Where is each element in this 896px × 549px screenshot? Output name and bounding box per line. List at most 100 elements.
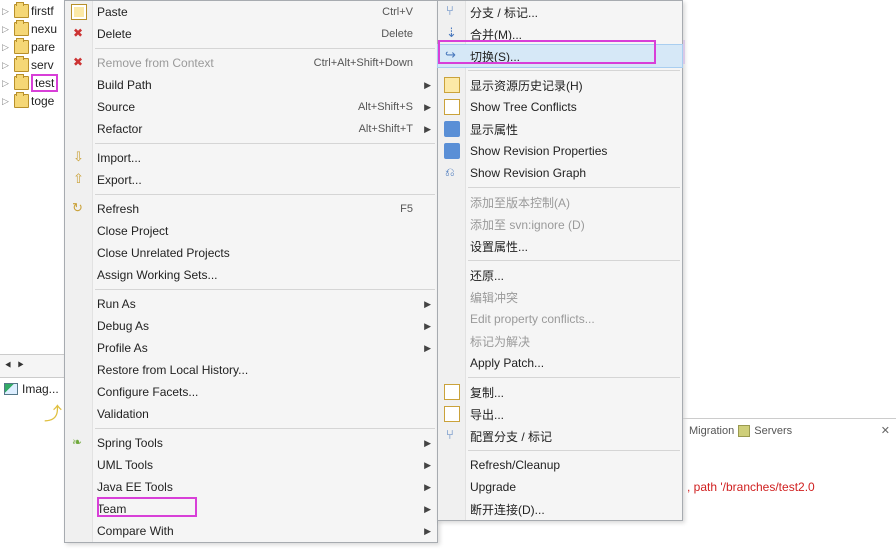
branch-icon	[444, 4, 460, 20]
team-item-[interactable]: 显示属性	[438, 118, 682, 140]
team-item-: 标记为解决	[438, 330, 682, 352]
menu-item-label: 标记为解决	[470, 333, 658, 350]
tree-item-pare[interactable]: ▷pare	[0, 38, 64, 56]
menu-item-refresh[interactable]: RefreshF5	[65, 198, 437, 220]
menu-separator	[95, 48, 435, 49]
console-output: , path '/branches/test2.0 , path '/branc…	[683, 450, 896, 549]
team-item-h[interactable]: 显示资源历史记录(H)	[438, 74, 682, 96]
menu-item-label: Export...	[97, 173, 413, 187]
menu-item-label: Restore from Local History...	[97, 363, 413, 377]
tab-migration[interactable]: Migration	[689, 425, 734, 437]
project-explorer-tree[interactable]: ▷firstf▷nexu▷pare▷serv▷test▷toge	[0, 0, 64, 110]
menu-item-label: 设置属性...	[470, 238, 658, 255]
menu-item-source[interactable]: SourceAlt+Shift+S▶	[65, 96, 437, 118]
menu-item-label: 显示资源历史记录(H)	[470, 77, 658, 94]
menu-item-label: Profile As	[97, 341, 413, 355]
bottom-views-tabbar[interactable]: Migration Servers ✕	[683, 418, 896, 442]
menu-item-run-as[interactable]: Run As▶	[65, 293, 437, 315]
menu-item-remove-from-context: Remove from ContextCtrl+Alt+Shift+Down	[65, 52, 437, 74]
tree-item-serv[interactable]: ▷serv	[0, 56, 64, 74]
menu-item-delete[interactable]: DeleteDelete	[65, 23, 437, 45]
menu-item-compare-with[interactable]: Compare With▶	[65, 520, 437, 542]
leaf-icon	[71, 435, 87, 451]
team-item-upgrade[interactable]: Upgrade	[438, 476, 682, 498]
menu-accelerator: Delete	[381, 28, 413, 40]
close-icon[interactable]: ✕	[881, 424, 890, 437]
blue-icon	[444, 143, 460, 159]
team-item-show-revision-graph[interactable]: Show Revision Graph	[438, 162, 682, 184]
menu-item-debug-as[interactable]: Debug As▶	[65, 315, 437, 337]
menu-separator	[95, 194, 435, 195]
menu-item-label: Show Revision Properties	[470, 144, 658, 158]
image-view-tab[interactable]: Imag...	[0, 378, 64, 400]
submenu-arrow-icon: ▶	[424, 299, 431, 310]
team-item-[interactable]: 分支 / 标记...	[438, 1, 682, 23]
expand-icon[interactable]: ▷	[2, 24, 12, 35]
project-folder-icon	[14, 40, 29, 54]
tree-item-label: toge	[31, 94, 54, 108]
team-item-[interactable]: 设置属性...	[438, 235, 682, 257]
menu-accelerator: F5	[400, 203, 413, 215]
team-item-[interactable]: 还原...	[438, 264, 682, 286]
menu-item-refactor[interactable]: RefactorAlt+Shift+T▶	[65, 118, 437, 140]
submenu-arrow-icon: ▶	[424, 438, 431, 449]
expand-icon[interactable]: ▷	[2, 60, 12, 71]
submenu-arrow-icon: ▶	[424, 124, 431, 135]
project-folder-icon	[14, 22, 29, 36]
expand-icon[interactable]: ▷	[2, 42, 12, 53]
team-item-refresh-cleanup[interactable]: Refresh/Cleanup	[438, 454, 682, 476]
team-item-s[interactable]: 切换(S)...	[438, 45, 682, 67]
team-item-show-revision-properties[interactable]: Show Revision Properties	[438, 140, 682, 162]
menu-item-uml-tools[interactable]: UML Tools▶	[65, 454, 437, 476]
menu-item-java-ee-tools[interactable]: Java EE Tools▶	[65, 476, 437, 498]
menu-accelerator: Alt+Shift+T	[359, 123, 413, 135]
project-folder-icon	[14, 94, 29, 108]
menu-item-close-unrelated-projects[interactable]: Close Unrelated Projects	[65, 242, 437, 264]
team-item-m[interactable]: 合并(M)...	[438, 23, 682, 45]
expand-icon[interactable]: ▷	[2, 6, 12, 17]
context-menu-primary[interactable]: PasteCtrl+VDeleteDeleteRemove from Conte…	[64, 0, 438, 543]
menu-item-label: Close Unrelated Projects	[97, 246, 413, 260]
menu-item-label: Delete	[97, 27, 381, 41]
menu-item-paste[interactable]: PasteCtrl+V	[65, 1, 437, 23]
team-item-[interactable]: 复制...	[438, 381, 682, 403]
context-menu-team-submenu[interactable]: 分支 / 标记...合并(M)...切换(S)... 显示资源历史记录(H) Sho…	[437, 0, 683, 521]
menu-item-build-path[interactable]: Build Path▶	[65, 74, 437, 96]
menu-item-team[interactable]: Team▶	[65, 498, 437, 520]
expand-icon[interactable]: ▷	[2, 78, 12, 89]
tree-item-firstf[interactable]: ▷firstf	[0, 2, 64, 20]
expand-icon[interactable]: ▷	[2, 96, 12, 107]
tree-item-nexu[interactable]: ▷nexu	[0, 20, 64, 38]
menu-item-spring-tools[interactable]: Spring Tools▶	[65, 432, 437, 454]
menu-item-restore-from-local-history[interactable]: Restore from Local History...	[65, 359, 437, 381]
tree-item-toge[interactable]: ▷ toge	[0, 92, 64, 110]
team-item-[interactable]: 导出...	[438, 403, 682, 425]
menu-item-label: Paste	[97, 5, 382, 19]
image-icon	[4, 383, 18, 395]
switch-icon	[444, 48, 460, 64]
tree-item-test[interactable]: ▷test	[0, 74, 64, 92]
menu-item-import[interactable]: Import...	[65, 147, 437, 169]
merge-icon	[444, 26, 460, 42]
menu-item-export[interactable]: Export...	[65, 169, 437, 191]
team-item-d[interactable]: 断开连接(D)...	[438, 498, 682, 520]
page-icon	[444, 384, 460, 400]
menu-item-label: UML Tools	[97, 458, 413, 472]
menu-item-profile-as[interactable]: Profile As ▶	[65, 337, 437, 359]
submenu-arrow-icon: ▶	[424, 321, 431, 332]
graph-icon	[444, 165, 460, 181]
submenu-arrow-icon: ▶	[424, 343, 431, 354]
menu-item-close-project[interactable]: Close Project	[65, 220, 437, 242]
team-item-edit-property-conflicts: Edit property conflicts...	[438, 308, 682, 330]
menu-item-assign-working-sets[interactable]: Assign Working Sets...	[65, 264, 437, 286]
menu-item-validation[interactable]: Validation	[65, 403, 437, 425]
bottom-tab-scroll[interactable]: ⯇ ⯈	[0, 354, 64, 378]
team-item-a: 添加至版本控制(A)	[438, 191, 682, 213]
team-item-apply-patch[interactable]: Apply Patch...	[438, 352, 682, 374]
team-item-show-tree-conflicts[interactable]: Show Tree Conflicts	[438, 96, 682, 118]
team-item-[interactable]: 配置分支 / 标记	[438, 425, 682, 447]
decor-arrow-icon: ⤴	[44, 400, 62, 426]
tab-servers[interactable]: Servers	[754, 425, 792, 437]
menu-item-configure-facets[interactable]: Configure Facets...	[65, 381, 437, 403]
team-item-: 编辑冲突	[438, 286, 682, 308]
